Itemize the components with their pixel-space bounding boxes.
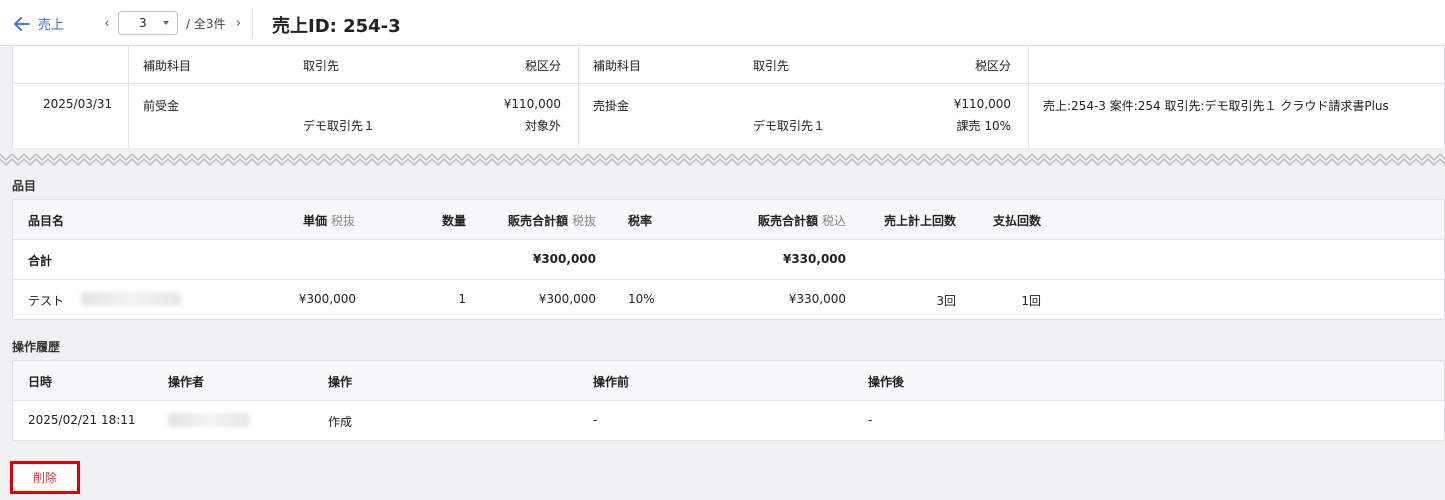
page-total: / 全3件 <box>186 16 226 31</box>
col-unit-price: 単価 税抜 <box>303 214 356 228</box>
page-title: 売上ID: 254-3 <box>272 16 401 37</box>
item-tax-rate: 10% <box>628 292 655 306</box>
journal-header-tax: 税区分 <box>524 59 561 73</box>
items-header-row: 品目名 単価 税抜 数量 販売合計額 税抜 税率 販売合計額 税込 売上計上回数 支払… <box>13 200 1444 240</box>
items-table: 品目名 単価 税抜 数量 販売合計額 税抜 税率 販売合計額 税込 売上計上回数 支払… <box>12 199 1445 320</box>
page-select[interactable]: 3 <box>118 11 178 35</box>
col-operator: 操作者 <box>168 375 205 389</box>
col-datetime: 日時 <box>28 375 53 389</box>
debit-partner: デモ取引先１ <box>303 119 376 133</box>
item-sales-total-incl: ¥330,000 <box>788 292 846 306</box>
item-sales-count: 3回 <box>936 294 956 308</box>
col-divider <box>128 31 129 159</box>
table-row: 2025/02/21 18:11 作成 - - <box>13 401 1444 440</box>
journal-divider <box>13 83 1444 84</box>
header-divider <box>252 9 253 37</box>
redacted-text <box>81 292 181 306</box>
col-before: 操作前 <box>593 375 630 389</box>
col-sales-total: 販売合計額 税抜 <box>507 214 596 228</box>
item-payment-count: 1回 <box>1021 294 1041 308</box>
prev-page-button[interactable]: ‹ <box>100 12 114 34</box>
page-select-value: 3 <box>139 16 147 30</box>
debit-account: 前受金 <box>143 99 180 113</box>
journal-header-sub-account: 補助科目 <box>593 59 642 73</box>
credit-partner: デモ取引先１ <box>753 119 826 133</box>
journal-header-sub-account: 補助科目 <box>143 59 192 73</box>
next-page-button[interactable]: › <box>232 12 246 34</box>
col-divider <box>578 31 579 159</box>
total-label: 合計 <box>28 254 53 268</box>
item-unit-price: ¥300,000 <box>298 292 356 306</box>
item-name: テスト <box>28 294 65 308</box>
total-sales-incl: ¥330,000 <box>782 252 846 266</box>
zigzag-divider <box>0 148 1445 172</box>
journal-header-partner: 取引先 <box>303 59 340 73</box>
credit-account: 売掛金 <box>593 99 630 113</box>
col-sales-count: 売上計上回数 <box>883 214 956 228</box>
history-after: - <box>868 413 873 427</box>
back-link[interactable]: 売上 <box>14 14 64 33</box>
credit-tax: 課売 10% <box>956 119 1012 133</box>
debit-amount: ¥110,000 <box>503 97 561 111</box>
item-qty: 1 <box>458 292 466 306</box>
col-action: 操作 <box>328 375 353 389</box>
journal-table: 補助科目 取引先 税区分 補助科目 取引先 税区分 2025/03/31 前受金… <box>12 30 1445 160</box>
caret-down-icon <box>163 21 169 25</box>
history-section-title: 操作履歴 <box>12 340 61 354</box>
top-bar: 売上 ‹ 3 / 全3件 › 売上ID: 254-3 <box>0 0 1445 46</box>
back-label: 売上 <box>38 18 65 33</box>
history-datetime: 2025/02/21 18:11 <box>28 413 136 427</box>
redacted-operator <box>168 413 250 427</box>
items-section-title: 品目 <box>12 179 37 193</box>
arrow-left-icon <box>14 16 30 31</box>
journal-memo: 売上:254-3 案件:254 取引先:デモ取引先１ クラウド請求書Plus <box>1043 99 1389 113</box>
history-action: 作成 <box>328 415 353 429</box>
pager: ‹ 3 / 全3件 › <box>100 11 246 35</box>
journal-header-partner: 取引先 <box>753 59 790 73</box>
debit-tax: 対象外 <box>524 119 561 133</box>
col-divider <box>1028 31 1029 159</box>
col-qty: 数量 <box>441 214 466 228</box>
history-table: 日時 操作者 操作 操作前 操作後 2025/02/21 18:11 作成 - … <box>12 360 1445 441</box>
delete-button[interactable]: 削除 <box>10 461 80 494</box>
col-payment-count: 支払回数 <box>992 214 1041 228</box>
items-total-row: 合計 ¥300,000 ¥330,000 <box>13 240 1444 280</box>
col-after: 操作後 <box>868 375 905 389</box>
col-sales-total-incl: 販売合計額 税込 <box>757 214 846 228</box>
total-sales: ¥300,000 <box>532 252 596 266</box>
history-before: - <box>593 413 598 427</box>
credit-amount: ¥110,000 <box>953 97 1011 111</box>
table-row: テスト ¥300,000 1 ¥300,000 10% ¥330,000 3回 … <box>13 280 1444 319</box>
item-sales-total: ¥300,000 <box>538 292 596 306</box>
col-tax-rate: 税率 <box>628 214 653 228</box>
journal-header-tax: 税区分 <box>974 59 1011 73</box>
col-item-name: 品目名 <box>28 214 65 228</box>
journal-date: 2025/03/31 <box>43 97 113 111</box>
history-header-row: 日時 操作者 操作 操作前 操作後 <box>13 361 1444 401</box>
